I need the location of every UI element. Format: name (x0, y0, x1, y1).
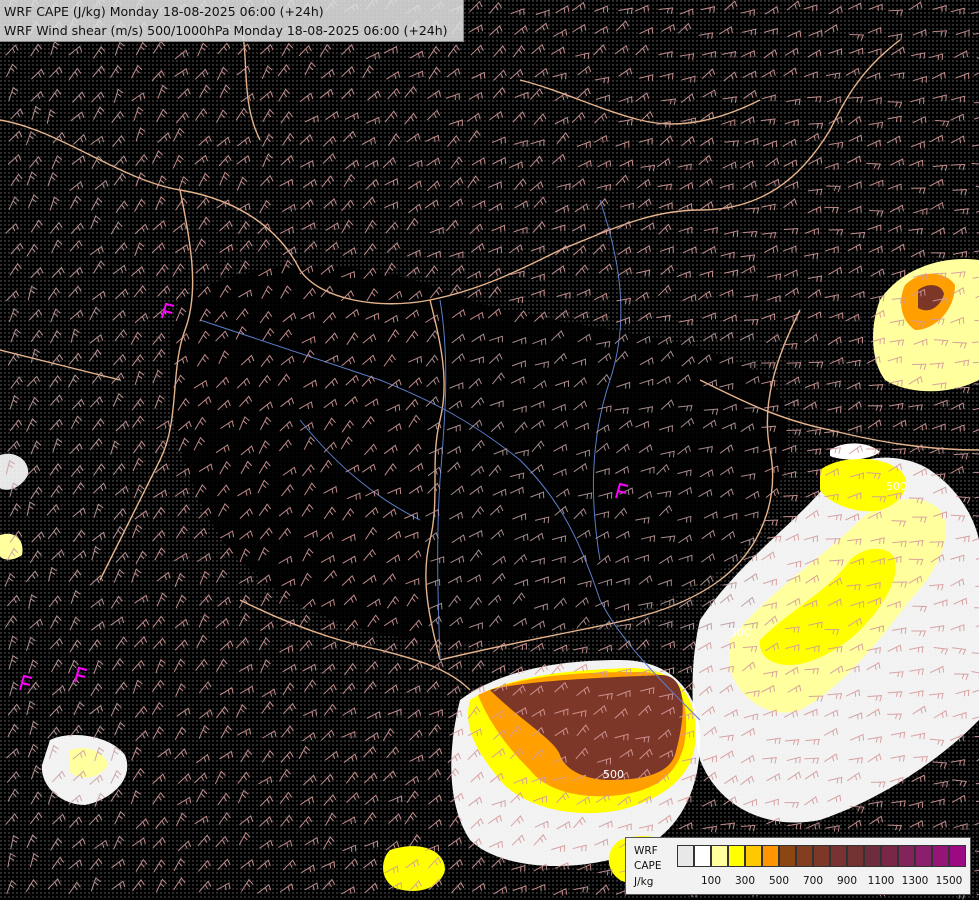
contour-label-500-south: 500 (603, 768, 624, 781)
legend-tick-label: 1100 (867, 875, 895, 887)
legend-swatch (762, 845, 779, 867)
legend-swatch (932, 845, 949, 867)
shear-title: WRF Wind shear (m/s) 500/1000hPa Monday … (4, 23, 448, 38)
cape-title: WRF CAPE (J/kg) Monday 18-08-2025 06:00 … (4, 4, 324, 19)
legend-swatch (796, 845, 813, 867)
legend-swatch (728, 845, 745, 867)
legend-swatch (881, 845, 898, 867)
legend-swatch (949, 845, 966, 867)
contour-label-500: 500 (886, 480, 907, 493)
legend-ticks: 100 300 500 700 900 1100 1300 1500 (626, 875, 970, 889)
legend-model-label: WRF (634, 845, 658, 857)
legend-swatch (711, 845, 728, 867)
legend-tick-label: 900 (836, 875, 858, 887)
contour-label-300: 300 (730, 626, 751, 639)
legend-tick-label: 300 (734, 875, 756, 887)
legend-tick-label: 500 (768, 875, 790, 887)
legend-swatch (813, 845, 830, 867)
legend-swatch (779, 845, 796, 867)
legend-swatch (745, 845, 762, 867)
legend-swatch (677, 845, 694, 867)
cape-legend: WRF CAPE J/kg 100 300 500 700 900 1100 1300 150… (625, 837, 971, 895)
legend-tick-label: 1500 (935, 875, 963, 887)
legend-swatch (915, 845, 932, 867)
title-box: WRF CAPE (J/kg) Monday 18-08-2025 06:00 … (0, 0, 464, 42)
legend-tick-label: 1300 (901, 875, 929, 887)
legend-color-scale (677, 845, 966, 867)
legend-swatch (898, 845, 915, 867)
legend-swatch (694, 845, 711, 867)
weather-map: 500 300 500 WRF CAPE (J/kg) Monday 18-08… (0, 0, 979, 900)
legend-swatch (830, 845, 847, 867)
legend-swatch (847, 845, 864, 867)
legend-swatch (864, 845, 881, 867)
legend-tick-label: 700 (802, 875, 824, 887)
legend-field-label: CAPE (634, 860, 662, 872)
map-canvas: 500 300 500 (0, 0, 979, 900)
legend-tick-label: 100 (700, 875, 722, 887)
